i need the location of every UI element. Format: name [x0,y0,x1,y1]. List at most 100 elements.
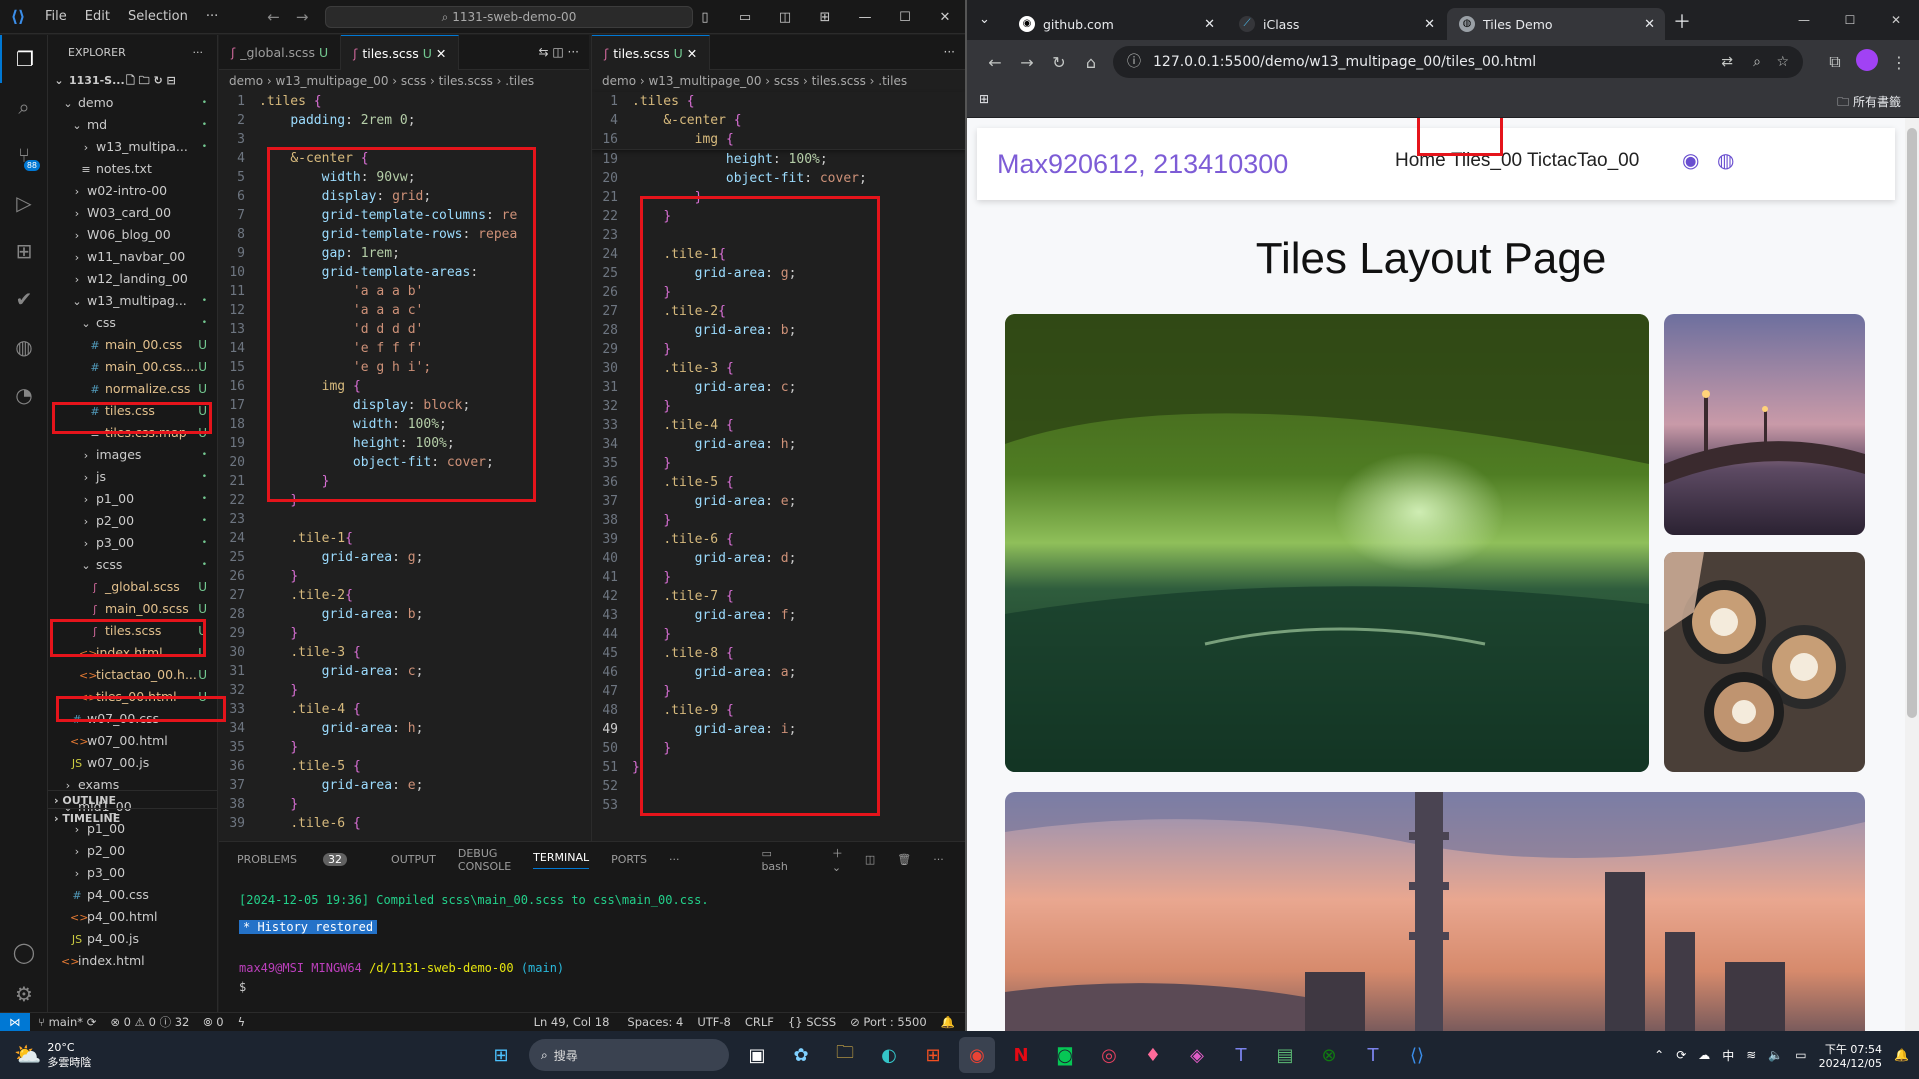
tab-output[interactable]: OUTPUT [391,853,436,866]
close-tab-icon[interactable]: ✕ [1204,17,1215,32]
back-arrow-icon[interactable]: ← [267,8,280,26]
code-line[interactable]: 19 height: 100%; [592,150,965,169]
tree-item[interactable]: › p1_00 • [48,488,217,510]
code-line[interactable]: 24 .tile-1{ [219,529,589,548]
tree-item[interactable]: ⌄ demo • [48,92,217,114]
tree-item[interactable]: › W06_blog_00 [48,224,217,246]
menu-kebab-icon[interactable]: ⋮ [1883,53,1915,72]
notification-bell-icon[interactable]: 🔔 [1894,1048,1909,1062]
code-line[interactable]: 44 } [592,625,965,644]
code-line[interactable]: 37 grid-area: e; [592,492,965,511]
problems-indicator[interactable]: ⊗ 0 ⚠ 0 ⓘ 32 [110,1014,189,1030]
ports-indicator[interactable]: ⦾ 0 [203,1015,223,1030]
code-line[interactable]: 37 grid-area: e; [219,776,589,795]
language-mode[interactable]: {} SCSS [788,1015,836,1029]
ime-indicator[interactable]: 中 [1722,1047,1734,1064]
app-icon[interactable]: ◈ [1179,1037,1215,1073]
close-tab-icon[interactable]: ✕ [1644,17,1655,32]
code-line[interactable]: 26 } [592,283,965,302]
code-line[interactable]: 50 } [592,739,965,758]
wifi-icon[interactable]: ≋ [1746,1048,1756,1062]
tree-item[interactable]: <>tiles_00.html U [48,686,217,708]
terminal-shell-selector[interactable]: ▭ bash [761,847,809,873]
tree-item[interactable]: ʃ _global.scss U [48,576,217,598]
code-line[interactable]: 13 'd d d d' [219,320,589,339]
sticky-scroll-header[interactable]: 1 .tiles {4 &-center {16 img { [592,92,965,150]
code-line[interactable]: 45 .tile-8 { [592,644,965,663]
menu-selection[interactable]: Selection [119,9,197,24]
tree-item[interactable]: › p3_00 [48,862,217,884]
file-explorer-icon[interactable]: 🗀 [827,1037,863,1073]
tab-problems[interactable]: PROBLEMS 32 [237,853,369,866]
command-center-search[interactable]: ⌕ 1131-sweb-demo-00 [325,6,693,28]
tree-item[interactable]: # tiles.css U [48,400,217,422]
nav-tictactao[interactable]: TictacTao_00 [1527,150,1639,172]
tree-item[interactable]: # w07_00.css [48,708,217,730]
bell-icon[interactable]: 🔔 [941,1015,955,1029]
chrome-icon[interactable]: ◉ [959,1037,995,1073]
chevron-up-icon[interactable]: ⌃ [1654,1048,1664,1062]
tree-item[interactable]: › w11_navbar_00 [48,246,217,268]
code-line[interactable]: 39 .tile-6 { [219,814,589,833]
explorer-toolbar-icons[interactable]: 🗋 🗀 ↻ ⊟ [126,70,176,92]
branch-indicator[interactable]: ⑂ main* ⟳ [38,1015,96,1029]
code-line[interactable]: 48 .tile-9 { [592,701,965,720]
github-icon[interactable]: ◉ [1682,148,1699,172]
remote-icon[interactable]: ⋈ [0,1012,30,1032]
tree-item[interactable]: ≡ tiles.css.map U [48,422,217,444]
settings-gear-icon[interactable]: ⚙ [0,970,48,1018]
split-icon[interactable]: ◫ [765,10,805,25]
code-line[interactable]: 41 } [592,568,965,587]
code-line[interactable]: 27 .tile-2{ [219,586,589,605]
tree-item[interactable]: ⌄ scss • [48,554,217,576]
editor-actions[interactable]: ··· [934,35,965,69]
tree-item[interactable]: › w02-intro-00 [48,180,217,202]
code-line[interactable]: 38 } [592,511,965,530]
close-tab-icon[interactable]: ✕ [683,46,697,61]
code-line[interactable]: 36 .tile-5 { [592,473,965,492]
code-line[interactable]: 20 object-fit: cover; [592,169,965,188]
code-line[interactable]: 29 } [592,340,965,359]
code-line[interactable]: 19 height: 100%; [219,434,589,453]
editor-actions[interactable]: ⇆ ◫ ··· [529,35,589,69]
sticky-line[interactable]: 16 img { [592,130,965,149]
indentation[interactable]: Spaces: 4 [627,1015,683,1029]
tree-item[interactable]: › p2_00 [48,840,217,862]
code-line[interactable]: 38 } [219,795,589,814]
code-line[interactable]: 53 [592,796,965,815]
speaker-icon[interactable]: 🔈 [1768,1048,1783,1062]
close-icon[interactable]: ✕ [1873,0,1919,40]
extensions-icon[interactable]: ⧉ [1819,52,1851,72]
page-scrollbar[interactable] [1905,118,1919,1031]
code-line[interactable]: 32 } [219,681,589,700]
explorer-icon[interactable]: ❐ [0,35,48,83]
tree-item[interactable]: JS w07_00.js [48,752,217,774]
code-line[interactable]: 15 'e g h i'; [219,358,589,377]
tree-item[interactable]: <>index.html [48,950,217,972]
forward-icon[interactable]: → [1011,53,1043,72]
zoom-icon[interactable]: ⌕ [1753,46,1761,78]
tree-item[interactable]: › w13_multipa... • [48,136,217,158]
editor-tab[interactable]: ʃ _global.scss U [219,35,342,70]
tree-item[interactable]: ⌄ w13_multipag... • [48,290,217,312]
code-line[interactable]: 25 grid-area: g; [592,264,965,283]
tree-item[interactable]: ≡ notes.txt [48,158,217,180]
code-line[interactable]: 32 } [592,397,965,416]
code-line[interactable]: 4 &-center { [219,149,589,168]
tree-item[interactable]: # p4_00.css [48,884,217,906]
code-line[interactable]: 42 .tile-7 { [592,587,965,606]
apps-grid-icon[interactable]: ⊞ [979,92,989,106]
xbox-icon[interactable]: ⊗ [1311,1037,1347,1073]
site-info-icon[interactable]: ⓘ [1127,46,1141,78]
code-line[interactable]: 22 } [219,491,589,510]
code-line[interactable]: 16 img { [219,377,589,396]
close-tab-icon[interactable]: ✕ [432,46,446,61]
edge-icon[interactable]: ◐ [871,1037,907,1073]
menu-file[interactable]: File [36,9,76,24]
code-line[interactable]: 47 } [592,682,965,701]
cursor-position[interactable]: Ln 49, Col 18 [534,1015,610,1029]
store-icon[interactable]: ⊞ [915,1037,951,1073]
code-line[interactable]: 51} [592,758,965,777]
code-line[interactable]: 30 .tile-3 { [592,359,965,378]
code-line[interactable]: 30 .tile-3 { [219,643,589,662]
